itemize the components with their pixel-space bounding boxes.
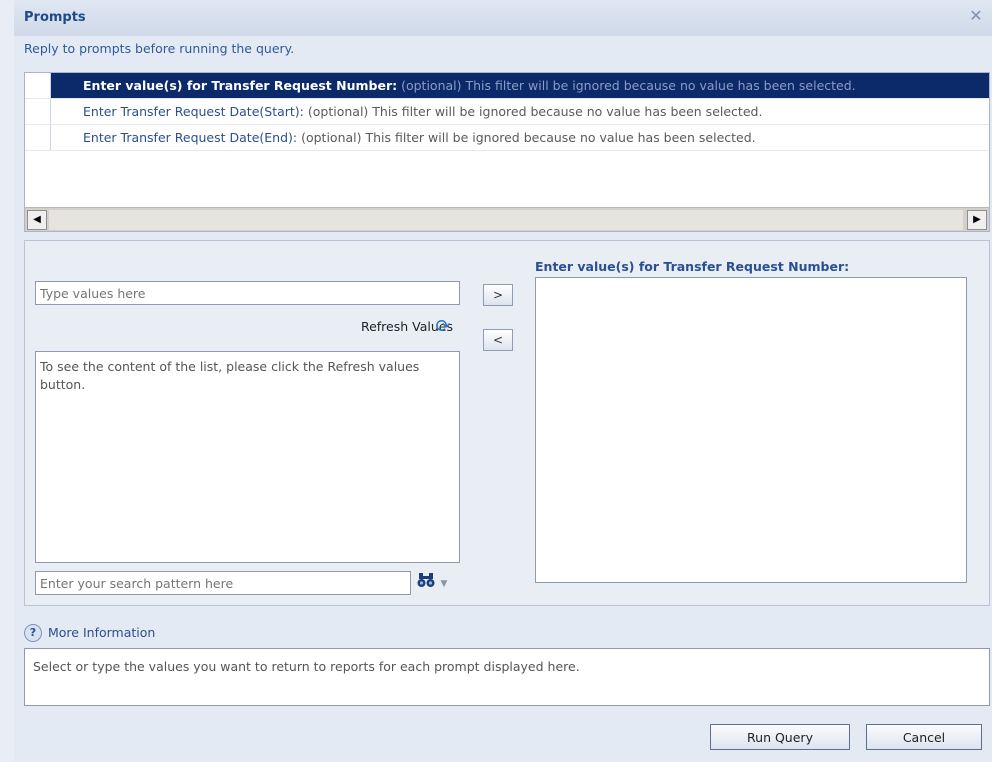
scroll-right-icon[interactable]: ▶ [967, 210, 987, 230]
prompt-name: Enter value(s) for Transfer Request Numb… [83, 78, 398, 93]
title-bar: Prompts ✕ [14, 0, 992, 36]
refresh-values-label[interactable]: Refresh Values [275, 319, 453, 334]
prompt-text: Enter value(s) for Transfer Request Numb… [83, 73, 856, 98]
prompt-text: Enter Transfer Request Date(End): (optio… [83, 125, 756, 150]
prompt-row-transfer-request-number[interactable]: Enter value(s) for Transfer Request Numb… [25, 73, 989, 99]
prompt-description: (optional) This filter will be ignored b… [307, 104, 763, 119]
binoculars-svg [417, 573, 435, 587]
prompt-row-date-end[interactable]: Enter Transfer Request Date(End): (optio… [25, 125, 989, 151]
binoculars-icon[interactable] [415, 572, 437, 594]
information-text: Select or type the values you want to re… [33, 659, 580, 674]
available-values-list[interactable]: To see the content of the list, please c… [35, 351, 460, 563]
prompt-text: Enter Transfer Request Date(Start): (opt… [83, 99, 763, 124]
horizontal-scrollbar[interactable]: ◀ ▶ [25, 207, 989, 231]
prompt-name: Enter Transfer Request Date(End): [83, 130, 298, 145]
dialog-subtitle: Reply to prompts before running the quer… [24, 41, 295, 56]
type-values-input[interactable] [35, 281, 460, 305]
information-box: Select or type the values you want to re… [24, 648, 990, 706]
prompt-row-date-start[interactable]: Enter Transfer Request Date(Start): (opt… [25, 99, 989, 125]
row-gutter [25, 125, 51, 150]
run-query-button[interactable]: Run Query [710, 724, 850, 750]
prompt-list: Enter value(s) for Transfer Request Numb… [24, 72, 990, 232]
value-panel: Refresh Values ⟳ To see the content of t… [24, 240, 990, 606]
row-gutter [25, 73, 51, 98]
add-value-button[interactable]: > [483, 284, 513, 306]
row-gutter [25, 99, 51, 124]
help-icon[interactable]: ? [24, 624, 42, 642]
selected-values-list[interactable] [535, 277, 967, 583]
prompts-dialog: Prompts ✕ Reply to prompts before runnin… [14, 0, 992, 762]
search-pattern-input[interactable] [35, 571, 411, 595]
prompt-name: Enter Transfer Request Date(Start): [83, 104, 304, 119]
selected-values-label: Enter value(s) for Transfer Request Numb… [535, 259, 850, 274]
prompt-description: (optional) This filter will be ignored b… [301, 130, 756, 145]
cancel-button[interactable]: Cancel [866, 724, 982, 750]
refresh-icon[interactable]: ⟳ [433, 317, 453, 337]
remove-value-button[interactable]: < [483, 329, 513, 351]
dialog-title: Prompts [24, 10, 86, 25]
prompt-description: (optional) This filter will be ignored b… [401, 78, 856, 93]
more-information-link[interactable]: More Information [48, 625, 155, 640]
chevron-down-icon[interactable]: ▼ [438, 575, 450, 593]
scroll-left-icon[interactable]: ◀ [27, 210, 47, 230]
close-icon[interactable]: ✕ [966, 6, 986, 26]
scroll-thumb[interactable] [49, 210, 963, 230]
list-placeholder-message: To see the content of the list, please c… [40, 359, 420, 392]
